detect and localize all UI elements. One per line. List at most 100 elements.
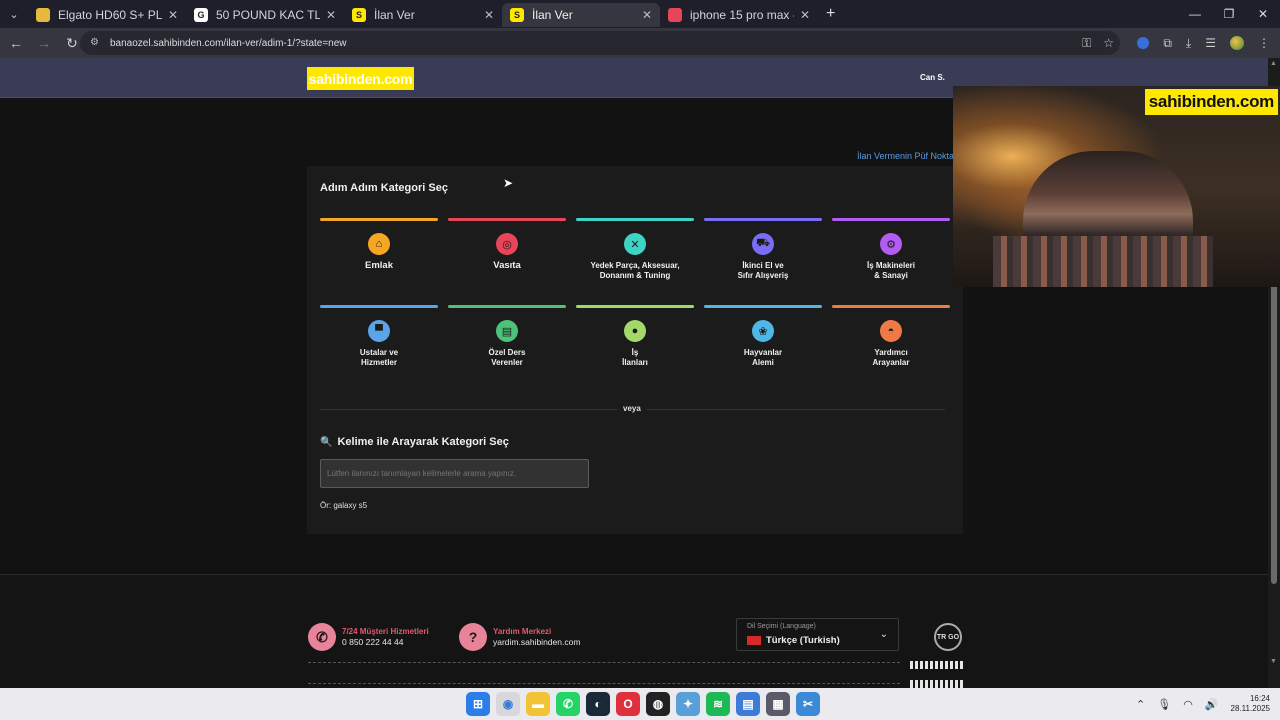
bookmark-star-icon[interactable]: ☆ [1103, 36, 1114, 50]
category-card[interactable]: ◓ Yardımcı Arayanlar [832, 305, 950, 375]
category-color-bar [576, 218, 694, 221]
site-footer: ✆ 7/24 Müşteri Hizmetleri 0 850 222 44 4… [0, 575, 1268, 688]
support-phone: 0 850 222 44 44 [342, 637, 404, 647]
user-name[interactable]: Can S. [920, 73, 945, 82]
category-panel: Adım Adım Kategori Seç ➤ ⌂ Emlak ◎ Vasıta ✕ Y… [307, 166, 963, 534]
search-title-text: Kelime ile Arayarak Kategori Seç [337, 436, 509, 448]
trgo-badge[interactable]: TR GO [934, 623, 962, 651]
url-text: banaozel.sahibinden.com/ilan-ver/adim-1/… [110, 37, 347, 49]
browser-toolbar: ← → ↻ ⚙ banaozel.sahibinden.com/ilan-ver… [0, 28, 1280, 58]
tab-close-icon[interactable]: ✕ [484, 8, 494, 22]
obs-icon[interactable]: ◍ [646, 692, 670, 716]
category-card[interactable]: ✕ Yedek Parça, Aksesuar, Donanım & Tuning [576, 218, 694, 288]
restore-icon[interactable]: ❐ [1212, 0, 1246, 28]
category-label: İkinci El ve Sıfır Alışveriş [737, 261, 789, 280]
tab-close-icon[interactable]: ✕ [168, 8, 178, 22]
browser-tab[interactable]: Elgato HD60 S+ PLUS External ✕ [28, 3, 186, 27]
category-search-input[interactable] [320, 459, 589, 488]
helper-icon: ◓ [880, 320, 902, 342]
category-color-bar [448, 218, 566, 221]
back-icon[interactable]: ← [4, 35, 28, 51]
paint-roller-icon: ▀ [368, 320, 390, 342]
category-label: İş Makineleri & Sanayi [866, 261, 916, 280]
category-label: Ustalar ve Hizmetler [359, 348, 399, 367]
turkey-flag-icon [747, 636, 761, 645]
customer-service-contact[interactable]: ✆ 7/24 Müşteri Hizmetleri 0 850 222 44 4… [308, 623, 429, 651]
tab-close-icon[interactable]: ✕ [800, 8, 810, 22]
category-label: Özel Ders Verenler [488, 348, 526, 367]
site-info-icon[interactable]: ⚙ [90, 37, 102, 49]
category-color-bar [320, 218, 438, 221]
language-value: Türkçe (Turkish) [766, 635, 840, 646]
notepad-icon[interactable]: ▤ [736, 692, 760, 716]
language-select[interactable]: Dil Seçimi (Language) Türkçe (Turkish) ⌄ [736, 618, 899, 651]
microphone-icon[interactable]: 🎙 [1157, 698, 1171, 711]
password-key-icon[interactable]: ⚿ [1082, 36, 1091, 51]
windows-taskbar: ⊞ ◉ ▬ ✆ ◐ O ◍ ✦ ≋ ▤ ▦ ✂ ⌃ 🎙 ◠ 🔊 16:24 28… [0, 688, 1280, 720]
tab-list: Elgato HD60 S+ PLUS External ✕ G 50 POUND … [28, 1, 818, 27]
system-clock[interactable]: 16:24 28.11.2025 [1231, 694, 1270, 714]
tab-title: İlan Ver [374, 8, 415, 22]
support-title: 7/24 Müşteri Hizmetleri [342, 627, 429, 636]
file-explorer-icon[interactable]: ▬ [526, 692, 550, 716]
windows-start-icon[interactable]: ⊞ [466, 692, 490, 716]
category-card[interactable]: ● İş İlanları [576, 305, 694, 375]
tab-favicon-icon [668, 8, 682, 22]
menu-kebab-icon[interactable]: ⋮ [1258, 36, 1270, 50]
browser-tab-strip: ⌄ Elgato HD60 S+ PLUS External ✕ G 50 POUN… [0, 0, 1280, 28]
tray-chevron-icon[interactable]: ⌃ [1136, 698, 1145, 711]
minimize-icon[interactable]: — [1178, 0, 1212, 28]
category-color-bar [576, 305, 694, 308]
category-card[interactable]: ▤ Özel Ders Verenler [448, 305, 566, 375]
calculator-icon[interactable]: ▦ [766, 692, 790, 716]
or-label: veya [617, 404, 647, 413]
footer-dashed-line [308, 662, 900, 663]
tab-favicon-icon [36, 8, 50, 22]
media-controls-icon[interactable]: ☰ [1205, 36, 1216, 50]
category-label: İş İlanları [622, 348, 648, 367]
category-card[interactable]: ⛟ İkinci El ve Sıfır Alışveriş [704, 218, 822, 288]
extension-badge-icon[interactable] [1137, 37, 1150, 49]
category-label: Yedek Parça, Aksesuar, Donanım & Tuning [590, 261, 680, 280]
volume-icon[interactable]: 🔊 [1205, 698, 1219, 711]
network-app-icon[interactable]: ✦ [676, 692, 700, 716]
spotify-icon[interactable]: ≋ [706, 692, 730, 716]
snipping-tool-icon[interactable]: ✂ [796, 692, 820, 716]
profile-avatar-icon[interactable] [1230, 36, 1244, 50]
tab-favicon-icon: S [352, 8, 366, 22]
browser-tab[interactable]: G 50 POUND KAC TL - Google'da ✕ [186, 3, 344, 27]
download-icon[interactable]: ⤓ [1186, 36, 1191, 51]
wifi-icon[interactable]: ◠ [1183, 698, 1193, 711]
category-card[interactable]: ❀ Hayvanlar Alemi [704, 305, 822, 375]
help-center-contact[interactable]: ? Yardım Merkezi yardim.sahibinden.com [459, 623, 580, 651]
category-card[interactable]: ◎ Vasıta [448, 218, 566, 288]
extensions-puzzle-icon[interactable]: ⧉ [1163, 36, 1172, 51]
browser-tab[interactable]: S İlan Ver ✕ [502, 3, 660, 27]
close-window-icon[interactable]: ✕ [1246, 0, 1280, 28]
category-color-bar [704, 218, 822, 221]
address-bar[interactable]: ⚙ banaozel.sahibinden.com/ilan-ver/adim-… [80, 31, 1120, 55]
tab-title: 50 POUND KAC TL - Google'da [216, 8, 320, 22]
scroll-up-icon[interactable]: ▲ [1270, 60, 1277, 67]
tab-close-icon[interactable]: ✕ [642, 8, 652, 22]
browser-tab[interactable]: S İlan Ver ✕ [344, 3, 502, 27]
category-color-bar [448, 305, 566, 308]
site-logo[interactable]: sahibinden.com [307, 67, 414, 90]
question-icon: ? [459, 623, 487, 651]
steam-icon[interactable]: ◐ [586, 692, 610, 716]
chrome-icon[interactable]: ◉ [496, 692, 520, 716]
webcam-overlay: sahibinden.com [953, 86, 1280, 287]
opera-icon[interactable]: O [616, 692, 640, 716]
tab-close-icon[interactable]: ✕ [326, 8, 336, 22]
browser-tab[interactable]: iphone 15 pro max - Sıfırından ✕ [660, 3, 818, 27]
forward-icon[interactable]: → [32, 35, 56, 51]
category-card[interactable]: ⌂ Emlak [320, 218, 438, 288]
category-card[interactable]: ▀ Ustalar ve Hizmetler [320, 305, 438, 375]
home-icon: ⌂ [368, 233, 390, 255]
tips-link[interactable]: İlan Vermenin Püf Noktaları [857, 151, 967, 161]
scroll-down-icon[interactable]: ▼ [1270, 658, 1277, 665]
whatsapp-icon[interactable]: ✆ [556, 692, 580, 716]
category-card[interactable]: ⚙ İş Makineleri & Sanayi [832, 218, 950, 288]
tab-search-icon[interactable]: ⌄ [0, 0, 28, 28]
new-tab-icon[interactable]: + [826, 5, 835, 23]
